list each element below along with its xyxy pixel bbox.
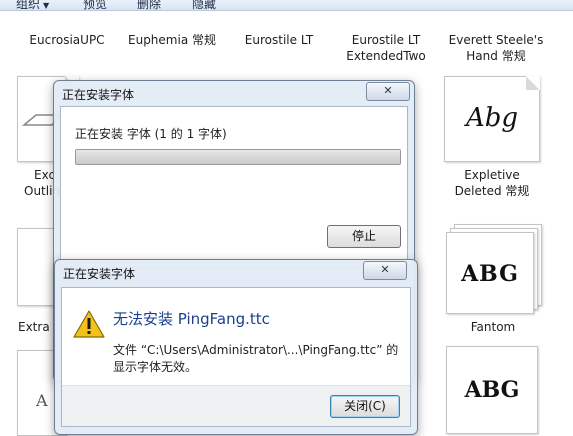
close-icon: ✕ [380, 263, 390, 276]
close-icon: ✕ [383, 84, 393, 97]
font-item-eurostile-lt-extendedtwo[interactable]: Eurostile LT ExtendedTwo [336, 32, 436, 64]
font-name: Everett Steele's [448, 33, 544, 47]
error-message-line1: 文件 “C:\Users\Administrator\...\PingFang.… [113, 343, 399, 357]
organize-menu[interactable]: 组织 ▼ [16, 0, 50, 11]
error-message-line2: 显示字体无效。 [113, 360, 198, 374]
close-button[interactable]: ✕ [363, 261, 407, 280]
font-name: Euphemia 常规 [128, 33, 216, 47]
hide-button[interactable]: 隐藏 [192, 0, 216, 10]
font-item-eurostile-lt[interactable]: Eurostile LT [229, 32, 329, 48]
font-page: ABG [446, 346, 538, 434]
font-name-line2: ExtendedTwo [346, 49, 426, 63]
close-dialog-button[interactable]: 关闭(C) [330, 395, 400, 418]
font-name: Fantom [470, 320, 516, 334]
font-page-front: ABG [446, 232, 534, 314]
font-item-expletive-deleted[interactable]: Expletive Deleted 常规 [440, 167, 544, 199]
dialog-title: 正在安装字体 [62, 88, 135, 102]
font-name-line2: Hand 常规 [466, 49, 526, 63]
font-name: Expletive [464, 168, 520, 182]
font-sample-text: ABG [464, 377, 520, 403]
stop-button[interactable]: 停止 [327, 225, 401, 248]
command-bar: 组织 ▼ 预览 删除 隐藏 [0, 0, 573, 11]
font-item-euphemia[interactable]: Euphemia 常规 [122, 32, 222, 48]
warning-icon [73, 310, 105, 338]
font-sample-glyph: A [36, 391, 48, 410]
font-item-everett-steeles-hand[interactable]: Everett Steele's Hand 常规 [440, 32, 552, 64]
dialog-title: 正在安装字体 [63, 267, 136, 281]
install-status-text: 正在安装 字体 (1 的 1 字体) [75, 127, 227, 141]
chevron-down-icon: ▼ [43, 1, 50, 10]
font-name: EucrosiaUPC [29, 33, 105, 47]
font-item-eucrosiaupc[interactable]: EucrosiaUPC [18, 32, 116, 48]
dialog-content: 正在安装 字体 (1 的 1 字体) 停止 [60, 106, 408, 268]
install-progress-bar [75, 149, 401, 165]
font-thumbnail-stack[interactable]: ABG [446, 224, 544, 316]
font-name-line2: Deleted 常规 [454, 184, 530, 198]
font-page: Abg [444, 76, 540, 162]
install-error-dialog: 正在安装字体 ✕ 无法安装 PingFang.ttc 文件 “C:\Users\… [54, 259, 418, 435]
font-thumbnail[interactable]: Abg [444, 76, 540, 162]
font-name: Eurostile LT [244, 33, 314, 47]
page-fold [526, 76, 540, 90]
close-button[interactable]: ✕ [366, 82, 410, 101]
delete-button[interactable]: 删除 [137, 0, 161, 10]
font-sample-text: Abg [465, 103, 519, 133]
font-sample-text: ABG [461, 261, 519, 287]
dialog-footer: 关闭(C) [62, 385, 410, 426]
preview-button[interactable]: 预览 [83, 0, 107, 10]
font-thumbnail-stack[interactable]: ABG [446, 346, 544, 434]
organize-label: 组织 [16, 0, 41, 11]
error-message: 文件 “C:\Users\Administrator\...\PingFang.… [113, 342, 413, 376]
font-name: Eurostile LT [351, 33, 421, 47]
error-heading: 无法安装 PingFang.ttc [113, 310, 270, 328]
dialog-content: 无法安装 PingFang.ttc 文件 “C:\Users\Administr… [61, 287, 411, 427]
font-item-fantom[interactable]: Fantom [444, 319, 542, 335]
